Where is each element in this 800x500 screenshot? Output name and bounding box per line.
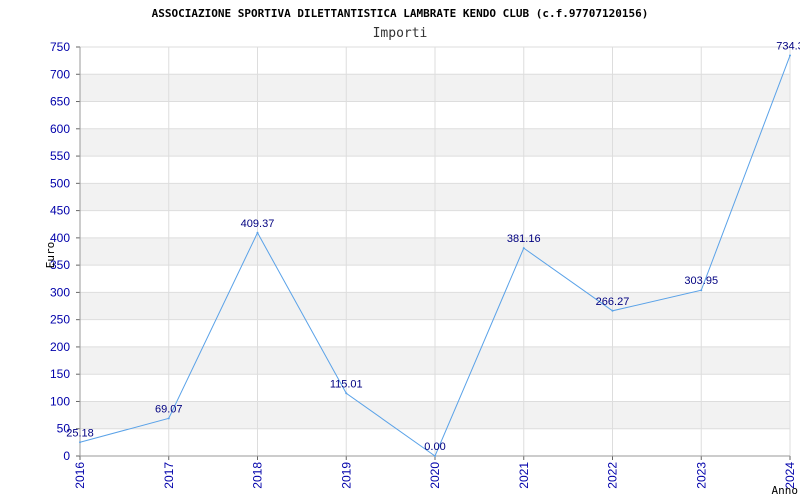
data-point [789, 54, 791, 57]
x-tick-label: 2016 [73, 462, 87, 489]
data-point [434, 455, 436, 457]
x-tick-label: 2023 [694, 462, 708, 489]
data-label: 25.18 [66, 427, 94, 439]
data-point [611, 309, 614, 312]
data-point [79, 441, 81, 444]
data-label: 381.16 [507, 233, 541, 245]
x-tick-label: 2018 [251, 462, 265, 489]
y-tick-label: 700 [50, 67, 70, 81]
y-tick-label: 200 [50, 340, 70, 354]
y-tick-label: 750 [50, 40, 70, 54]
x-axis-label: Anno [772, 484, 799, 497]
y-tick-label: 550 [50, 149, 70, 163]
y-axis-label: Euro [44, 242, 57, 269]
x-tick-label: 2017 [162, 462, 176, 489]
y-tick-label: 600 [50, 122, 70, 136]
data-label: 115.01 [330, 378, 363, 390]
y-tick-label: 500 [50, 176, 70, 190]
data-label: 0.00 [424, 441, 445, 453]
chart-title: ASSOCIAZIONE SPORTIVA DILETTANTISTICA LA… [152, 7, 649, 20]
line-chart: ASSOCIAZIONE SPORTIVA DILETTANTISTICA LA… [44, 7, 800, 497]
y-tick-label: 0 [63, 449, 70, 463]
x-tick-label: 2020 [428, 462, 442, 489]
data-label: 409.37 [241, 218, 275, 230]
y-tick-label: 100 [50, 394, 70, 408]
y-tick-label: 150 [50, 367, 70, 381]
data-point [522, 247, 525, 250]
y-tick-label: 300 [50, 285, 70, 299]
x-tick-label: 2022 [606, 462, 620, 489]
y-tick-label: 650 [50, 95, 70, 109]
data-point [167, 417, 170, 420]
data-label: 69.07 [155, 403, 183, 415]
data-label: 303.95 [684, 275, 718, 287]
y-tick-label: 450 [50, 204, 70, 218]
y-tick-label: 250 [50, 313, 70, 327]
x-tick-labels: 2016 2017 2018 2019 2020 2021 2022 2023 2024 [73, 462, 797, 489]
data-point [256, 231, 259, 234]
data-label: 266.27 [596, 296, 630, 308]
data-label: 734.3 [776, 41, 800, 53]
chart-subtitle: Importi [373, 26, 428, 41]
data-point [345, 392, 348, 395]
x-tick-label: 2021 [517, 462, 531, 489]
x-tick-label: 2019 [339, 462, 353, 489]
data-point [700, 289, 703, 292]
